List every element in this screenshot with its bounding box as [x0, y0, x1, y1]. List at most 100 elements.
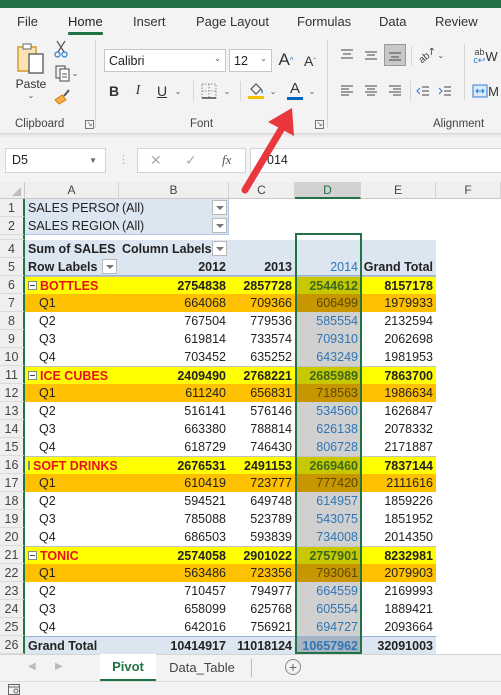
row-header[interactable]: 18	[0, 492, 25, 510]
grand-total-cell[interactable]: 2169993	[361, 582, 436, 600]
grand-total-cell[interactable]: 2093664	[361, 618, 436, 636]
enter-icon[interactable]: ✓	[185, 152, 197, 169]
value-cell[interactable]: 642016	[119, 618, 229, 636]
insert-function-icon[interactable]: fx	[222, 152, 231, 168]
row-header[interactable]: 6	[0, 276, 25, 294]
top-align-button[interactable]	[338, 46, 356, 64]
font-color-dropdown-icon[interactable]: ⌄	[307, 86, 317, 96]
selected-column-cell[interactable]: 806728	[295, 438, 361, 456]
tab-data[interactable]: Data	[379, 14, 406, 29]
value-cell[interactable]: 663380	[119, 420, 229, 438]
selected-column-cell[interactable]: 534560	[295, 402, 361, 420]
row-header[interactable]: 22	[0, 564, 25, 582]
quarter-label[interactable]: Q2	[25, 312, 119, 330]
worksheet-grid[interactable]: A B C D E F 1 SALES PERSON (All) 2 SALES…	[0, 182, 501, 654]
quarter-label[interactable]: Q3	[25, 330, 119, 348]
selected-column-cell[interactable]: 614957	[295, 492, 361, 510]
grand-total-cell[interactable]: 2171887	[361, 438, 436, 456]
borders-dropdown-icon[interactable]: ⌄	[222, 86, 232, 96]
tab-insert[interactable]: Insert	[133, 14, 166, 29]
grand-total-cell[interactable]: 2079903	[361, 564, 436, 582]
quarter-label[interactable]: Q4	[25, 618, 119, 636]
selected-column-cell[interactable]: 2685989	[295, 366, 361, 384]
sheet-tab-data-table[interactable]: Data_Table	[158, 654, 246, 681]
italic-button[interactable]: I	[130, 81, 146, 101]
grand-total-cell[interactable]: 1986634	[361, 384, 436, 402]
value-cell[interactable]: 563486	[119, 564, 229, 582]
underline-dropdown-icon[interactable]: ⌄	[173, 86, 183, 96]
value-cell[interactable]: 594521	[119, 492, 229, 510]
font-dialog-launcher[interactable]: ↘	[315, 120, 324, 129]
selected-column-cell[interactable]: 2669460	[295, 456, 361, 474]
quarter-label[interactable]: Q4	[25, 438, 119, 456]
fill-color-dropdown-icon[interactable]: ⌄	[268, 86, 278, 96]
tab-page-layout[interactable]: Page Layout	[196, 14, 269, 29]
selected-column-cell[interactable]: 626138	[295, 420, 361, 438]
value-cell[interactable]: 576146	[229, 402, 295, 420]
align-right-button[interactable]	[386, 82, 404, 100]
formula-input[interactable]: 014	[250, 148, 501, 173]
grand-total-cell[interactable]: 1889421	[361, 600, 436, 618]
selected-column-cell[interactable]: 605554	[295, 600, 361, 618]
selected-column-cell[interactable]: 643249	[295, 348, 361, 366]
value-cell[interactable]: 779536	[229, 312, 295, 330]
value-cell[interactable]: 733574	[229, 330, 295, 348]
group-label[interactable]: SOFT DRINKS	[25, 456, 119, 474]
copy-dropdown-icon[interactable]: ⌄	[72, 69, 79, 78]
group-label[interactable]: ICE CUBES	[25, 366, 119, 384]
increase-indent-button[interactable]	[436, 82, 454, 100]
value-cell[interactable]: 710457	[119, 582, 229, 600]
grand-total-cell[interactable]: 2062698	[361, 330, 436, 348]
value-cell[interactable]: 649748	[229, 492, 295, 510]
value-cell[interactable]: 619814	[119, 330, 229, 348]
row-header[interactable]: 16	[0, 456, 25, 474]
bottom-align-button[interactable]	[384, 44, 406, 66]
value-cell[interactable]: 794977	[229, 582, 295, 600]
row-header[interactable]: 8	[0, 312, 25, 330]
selected-column-cell[interactable]: 606499	[295, 294, 361, 312]
row-header[interactable]: 4	[0, 240, 25, 258]
value-cell[interactable]: 785088	[119, 510, 229, 528]
grand-total-cell[interactable]: 1851952	[361, 510, 436, 528]
grand-total-cell[interactable]: 7837144	[361, 456, 436, 474]
row-header[interactable]: 12	[0, 384, 25, 402]
quarter-label[interactable]: Q3	[25, 510, 119, 528]
column-labels-filter-button[interactable]	[212, 241, 227, 256]
quarter-label[interactable]: Q1	[25, 474, 119, 492]
quarter-label[interactable]: Q3	[25, 420, 119, 438]
row-header[interactable]: 5	[0, 258, 25, 276]
selected-column-cell[interactable]: 2757901	[295, 546, 361, 564]
row-header[interactable]: 15	[0, 438, 25, 456]
bold-button[interactable]: B	[106, 81, 122, 101]
selected-column-cell[interactable]: 777420	[295, 474, 361, 492]
value-cell[interactable]: 2768221	[229, 366, 295, 384]
value-cell[interactable]: 788814	[229, 420, 295, 438]
grand-total-cell[interactable]: 7863700	[361, 366, 436, 384]
quarter-label[interactable]: Q4	[25, 528, 119, 546]
value-cell[interactable]: 618729	[119, 438, 229, 456]
cancel-icon[interactable]: ✕	[150, 152, 162, 169]
row-header[interactable]: 10	[0, 348, 25, 366]
underline-button[interactable]: U	[154, 81, 170, 101]
row-header[interactable]: 13	[0, 402, 25, 420]
scroll-tabs-right-icon[interactable]: ▶	[55, 661, 63, 672]
value-cell[interactable]: 2491153	[229, 456, 295, 474]
column-header-f[interactable]: F	[436, 182, 501, 199]
collapse-icon[interactable]	[28, 551, 37, 560]
value-cell[interactable]: 2676531	[119, 456, 229, 474]
value-cell[interactable]: 593839	[229, 528, 295, 546]
row-header[interactable]: 21	[0, 546, 25, 564]
cut-button[interactable]	[53, 40, 69, 58]
filter-dropdown-button[interactable]	[212, 200, 227, 215]
row-header[interactable]: 24	[0, 600, 25, 618]
merge-center-button[interactable]: M	[470, 81, 501, 101]
sheet-tab-pivot[interactable]: Pivot	[100, 654, 156, 681]
name-box[interactable]: D5 ▼	[5, 148, 106, 173]
borders-button[interactable]	[199, 81, 219, 101]
pivot-value-field[interactable]: Sum of SALES	[25, 240, 119, 258]
value-cell[interactable]: 635252	[229, 348, 295, 366]
quarter-label[interactable]: Q1	[25, 564, 119, 582]
group-label[interactable]: TONIC	[25, 546, 119, 564]
value-cell[interactable]: 723356	[229, 564, 295, 582]
selected-column-cell[interactable]: 10657962	[295, 636, 361, 654]
